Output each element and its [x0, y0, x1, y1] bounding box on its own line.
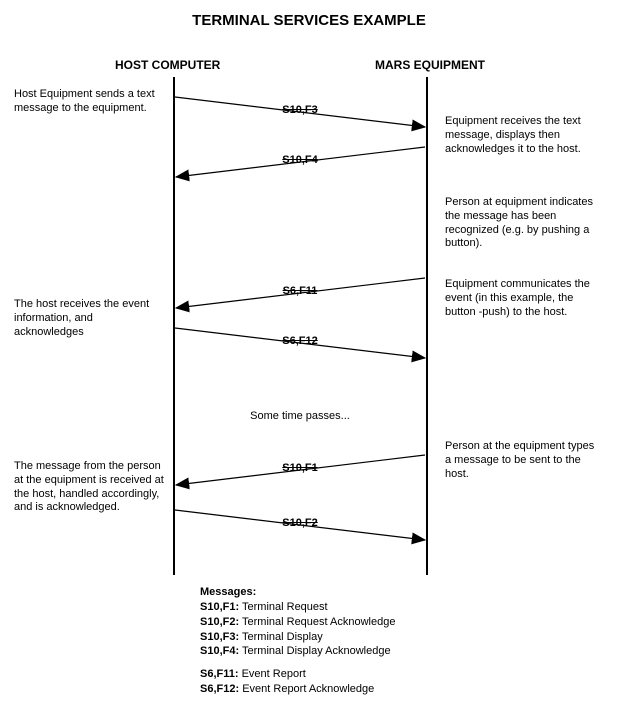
legend-key: S10,F2:: [200, 616, 239, 628]
message-label: S6,F11: [270, 285, 330, 297]
legend-key: S10,F4:: [200, 645, 239, 657]
sequence-diagram: { "title": "TERMINAL SERVICES EXAMPLE", …: [0, 0, 618, 702]
legend: Messages: S10,F1: Terminal Request S10,F…: [200, 585, 500, 697]
legend-desc: Event Report Acknowledge: [239, 683, 374, 695]
message-label: S10,F2: [270, 517, 330, 529]
time-passes-label: Some time passes...: [230, 410, 370, 422]
legend-key: S10,F3:: [200, 631, 239, 643]
message-label: S10,F4: [270, 154, 330, 166]
note-left: Host Equipment sends a text message to t…: [14, 88, 164, 116]
note-left: The message from the person at the equip…: [14, 460, 164, 515]
legend-heading: Messages:: [200, 586, 256, 598]
legend-desc: Terminal Request Acknowledge: [239, 616, 395, 628]
message-label: S10,F3: [270, 104, 330, 116]
legend-desc: Terminal Display: [239, 631, 323, 643]
legend-key: S6,F12:: [200, 683, 239, 695]
legend-key: S6,F11:: [200, 668, 239, 680]
legend-key: S10,F1:: [200, 601, 239, 613]
message-label: S10,F1: [270, 462, 330, 474]
legend-desc: Terminal Display Acknowledge: [239, 645, 390, 657]
note-right: Person at equipment indicates the messag…: [445, 196, 595, 251]
legend-desc: Event Report: [239, 668, 306, 680]
note-right: Equipment receives the text message, dis…: [445, 115, 595, 156]
note-right: Equipment communicates the event (in thi…: [445, 278, 595, 319]
note-left: The host receives the event information,…: [14, 298, 164, 339]
message-label: S6,F12: [270, 335, 330, 347]
legend-desc: Terminal Request: [239, 601, 327, 613]
note-right: Person at the equipment types a message …: [445, 440, 595, 481]
